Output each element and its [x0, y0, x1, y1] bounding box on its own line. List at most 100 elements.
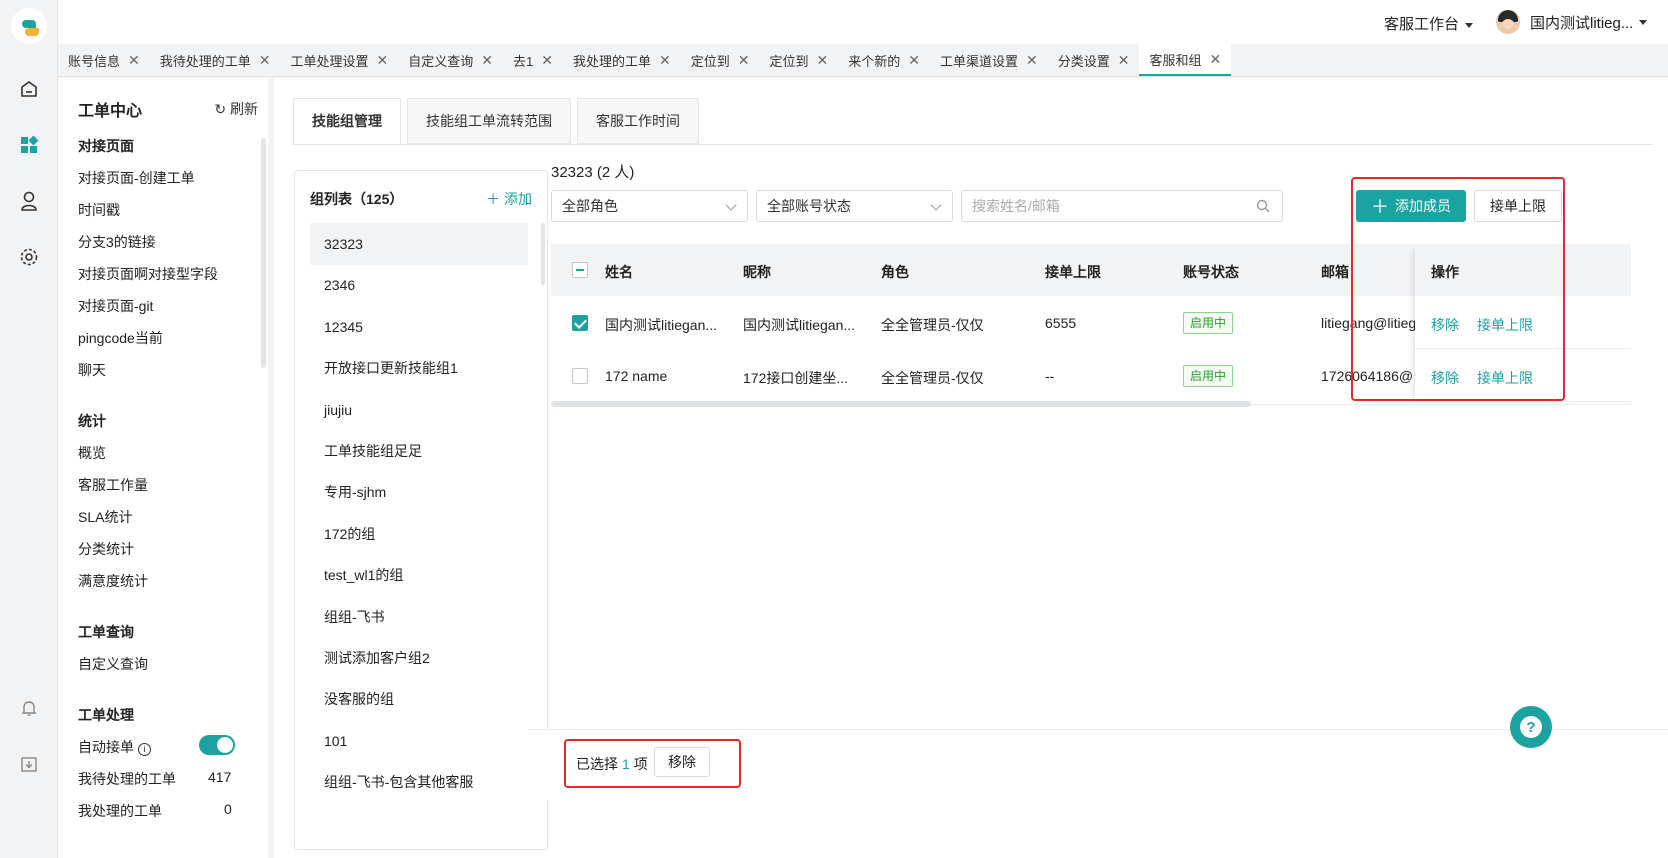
pending-count: 417	[208, 769, 232, 785]
row-checkbox[interactable]	[572, 368, 588, 384]
select-all-checkbox[interactable]	[572, 262, 588, 278]
refresh-label: 刷新	[230, 101, 258, 117]
menu-item-my-pending[interactable]: 我待处理的工单	[78, 769, 176, 789]
close-icon[interactable]: ✕	[377, 52, 389, 69]
table-horizontal-scrollbar[interactable]	[551, 401, 1251, 407]
menu-item[interactable]: 客服工作量	[78, 475, 148, 495]
group-list-item[interactable]: 组组-飞书-包含其他客服	[310, 761, 528, 803]
group-list-panel: 组列表（125） ＋ 添加 32323 2346 12345 开放接口更新技能组1 ji…	[294, 170, 548, 850]
caret-down-icon	[1639, 19, 1648, 25]
row-checkbox[interactable]	[572, 315, 588, 331]
group-list-item[interactable]: 没客服的组	[310, 678, 528, 720]
page-tab-label: 我处理的工单	[572, 53, 651, 69]
page-tab-label: 定位到	[690, 53, 730, 69]
menu-item[interactable]: 满意度统计	[78, 571, 148, 591]
group-list-item[interactable]: 32323	[310, 223, 528, 265]
content-tab[interactable]: 客服工作时间	[577, 98, 699, 144]
content-tab[interactable]: 技能组工单流转范围	[407, 98, 571, 144]
page-tab[interactable]: 账号信息 ✕	[58, 44, 150, 76]
download-icon[interactable]	[17, 752, 41, 776]
menu-item[interactable]: 聊天	[78, 360, 106, 380]
close-icon[interactable]: ✕	[128, 52, 140, 69]
page-tab[interactable]: 自定义查询 ✕	[398, 44, 503, 76]
close-icon[interactable]: ✕	[1209, 51, 1221, 68]
workbench-dropdown[interactable]: 客服工作台	[1384, 13, 1474, 34]
group-list-item[interactable]: 工单技能组足足	[310, 430, 528, 472]
page-tab[interactable]: 分类设置 ✕	[1048, 44, 1140, 76]
group-list-item[interactable]: 2346	[310, 264, 528, 306]
page-tab[interactable]: 来个新的 ✕	[838, 44, 930, 76]
page-tab-label: 自定义查询	[408, 53, 474, 69]
group-list-item[interactable]: 组组-飞书	[310, 596, 528, 638]
page-tab[interactable]: 我待处理的工单 ✕	[150, 44, 281, 76]
close-icon[interactable]: ✕	[1118, 52, 1130, 69]
close-icon[interactable]: ✕	[908, 52, 920, 69]
content-tab[interactable]: 技能组管理	[293, 98, 401, 144]
page-tab[interactable]: 客服和组 ✕	[1139, 44, 1232, 76]
app-logo[interactable]	[11, 8, 47, 44]
menu-item[interactable]: SLA统计	[78, 507, 132, 527]
cell-name: 国内测试litiegan...	[605, 317, 718, 333]
page-tab[interactable]: 去1 ✕	[503, 44, 563, 76]
add-group-button[interactable]: ＋ 添加	[486, 189, 532, 209]
menu-item[interactable]: 分支3的链接	[78, 232, 156, 252]
close-icon[interactable]: ✕	[659, 52, 671, 69]
menu-item[interactable]: 分类统计	[78, 539, 134, 559]
role-select-value: 全部角色	[562, 198, 618, 214]
page-tab-label: 工单渠道设置	[939, 53, 1018, 69]
page-tab[interactable]: 工单渠道设置 ✕	[930, 44, 1048, 76]
search-box	[961, 190, 1283, 222]
menu-item[interactable]: 概览	[78, 443, 106, 463]
help-button[interactable]: ?	[1510, 706, 1552, 748]
group-list-item[interactable]: 172的组	[310, 513, 528, 555]
bell-icon[interactable]	[17, 696, 41, 720]
group-list-item[interactable]: 专用-sjhm	[310, 471, 528, 513]
group-list-item[interactable]: 测试添加客户组2	[310, 637, 528, 679]
group-list-title: 组列表（125）	[310, 191, 404, 207]
group-list-item[interactable]: test_wl1的组	[310, 554, 528, 596]
menu-item[interactable]: 对接页面啊对接型字段	[78, 264, 218, 284]
menu-item[interactable]: 自定义查询	[78, 654, 148, 674]
close-icon[interactable]: ✕	[541, 52, 553, 69]
menu-item[interactable]: 时间戳	[78, 200, 120, 220]
close-icon[interactable]: ✕	[481, 52, 493, 69]
menu-item[interactable]: 对接页面-创建工单	[78, 168, 195, 188]
column-header: 姓名	[605, 264, 633, 280]
home-icon[interactable]	[17, 77, 41, 101]
cell-nickname: 172接口创建坐...	[743, 370, 849, 386]
page-tab[interactable]: 我处理的工单 ✕	[563, 44, 681, 76]
settings-gear-icon[interactable]	[17, 245, 41, 269]
close-icon[interactable]: ✕	[738, 52, 750, 69]
search-icon[interactable]	[1256, 199, 1270, 216]
menu-item-my-processed[interactable]: 我处理的工单	[78, 801, 162, 821]
page-tab[interactable]: 定位到 ✕	[759, 44, 838, 76]
auto-accept-toggle[interactable]	[199, 735, 235, 755]
search-input[interactable]	[972, 191, 1242, 221]
user-menu[interactable]: 国内测试litieg...	[1496, 10, 1648, 34]
add-group-label: 添加	[504, 191, 532, 207]
group-list-item[interactable]: 12345	[310, 306, 528, 348]
page-tab[interactable]: 工单处理设置 ✕	[281, 44, 399, 76]
refresh-button[interactable]: ↻ 刷新	[214, 99, 258, 119]
menu-item[interactable]: 对接页面-git	[78, 296, 153, 316]
apps-icon[interactable]	[17, 133, 41, 157]
menu-item[interactable]: pingcode当前	[78, 328, 163, 348]
column-header: 账号状态	[1183, 264, 1239, 280]
agent-icon[interactable]	[17, 189, 41, 213]
refresh-icon: ↻	[214, 101, 227, 117]
close-icon[interactable]: ✕	[1026, 52, 1038, 69]
group-list-item[interactable]: 101	[310, 720, 528, 762]
user-name: 国内测试litieg...	[1530, 14, 1634, 32]
sidebar-menu: 工单中心 ↻ 刷新 对接页面 对接页面-创建工单 时间戳 分支3的链接 对接页面啊对接型…	[58, 78, 268, 858]
close-icon[interactable]: ✕	[816, 52, 828, 69]
page-tab[interactable]: 定位到 ✕	[681, 44, 760, 76]
close-icon[interactable]: ✕	[259, 52, 271, 69]
status-select-value: 全部账号状态	[767, 198, 851, 214]
group-list-item[interactable]: 开放接口更新技能组1	[310, 347, 528, 389]
role-select[interactable]: 全部角色	[551, 190, 748, 222]
group-list-scrollbar[interactable]	[541, 223, 545, 285]
page-tab-label: 客服和组	[1149, 52, 1202, 68]
status-select[interactable]: 全部账号状态	[756, 190, 953, 222]
group-list-item[interactable]: jiujiu	[310, 389, 528, 431]
sidebar-scrollbar[interactable]	[261, 138, 266, 368]
